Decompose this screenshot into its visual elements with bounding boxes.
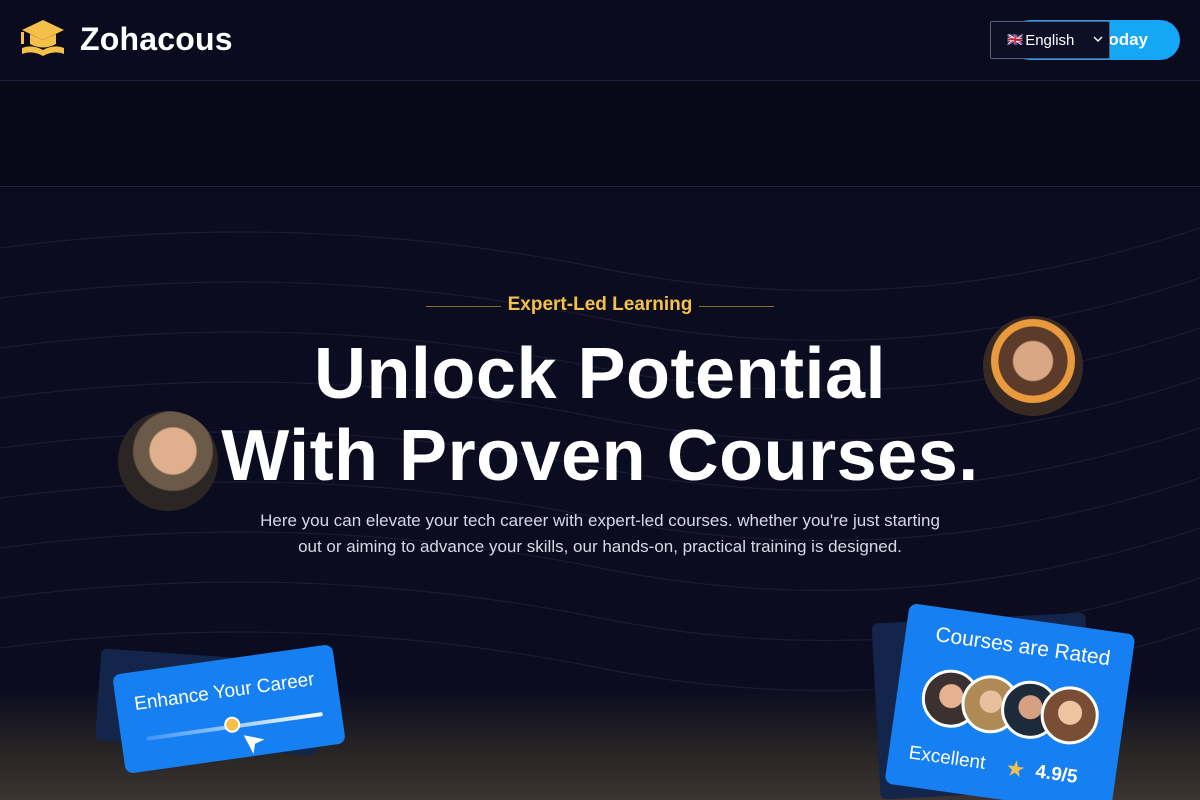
logo[interactable]: Zohacous: [20, 18, 233, 60]
eyebrow-label: Expert-Led Learning: [420, 294, 780, 316]
language-select[interactable]: 🇬🇧 English: [990, 21, 1110, 59]
rating-card: Courses are Rated Excellent ★ 4.9/5: [884, 603, 1136, 800]
hero-description: Here you can elevate your tech career wi…: [260, 511, 940, 556]
eyebrow-rule-left: [426, 306, 501, 307]
announcement-band: [0, 82, 1200, 187]
language-label: English: [1025, 31, 1075, 49]
cursor-arrow-icon: [243, 735, 265, 755]
hero-section: Expert-Led Learning Unlock Potential Wit…: [0, 188, 1200, 800]
avatar-right: [983, 316, 1083, 416]
eyebrow-text: Expert-Led Learning: [507, 294, 693, 315]
career-card-title: Enhance Your Career: [133, 668, 316, 716]
graduation-cap-icon: [21, 20, 64, 56]
headline-line-1: Unlock Potential: [313, 334, 887, 414]
career-progress-knob: [223, 715, 242, 734]
star-icon: ★: [1004, 755, 1028, 783]
top-navigation: Zohacous oday 🇬🇧 English: [0, 0, 1200, 81]
rating-score: 4.9/5: [1034, 761, 1079, 788]
hero-headline: Unlock Potential With Proven Courses.: [200, 333, 1000, 497]
rating-label: Excellent: [907, 742, 987, 774]
chevron-down-icon: [1093, 36, 1103, 42]
rating-card-title: Courses are Rated: [934, 623, 1112, 671]
avatar-left: [118, 411, 218, 511]
eyebrow-rule-right: [699, 306, 774, 307]
flag-icon: 🇬🇧: [1007, 32, 1024, 47]
headline-line-2: With Proven Courses.: [221, 416, 979, 496]
brand-name: Zohacous: [80, 20, 233, 57]
reviewer-avatars: [918, 665, 1103, 749]
